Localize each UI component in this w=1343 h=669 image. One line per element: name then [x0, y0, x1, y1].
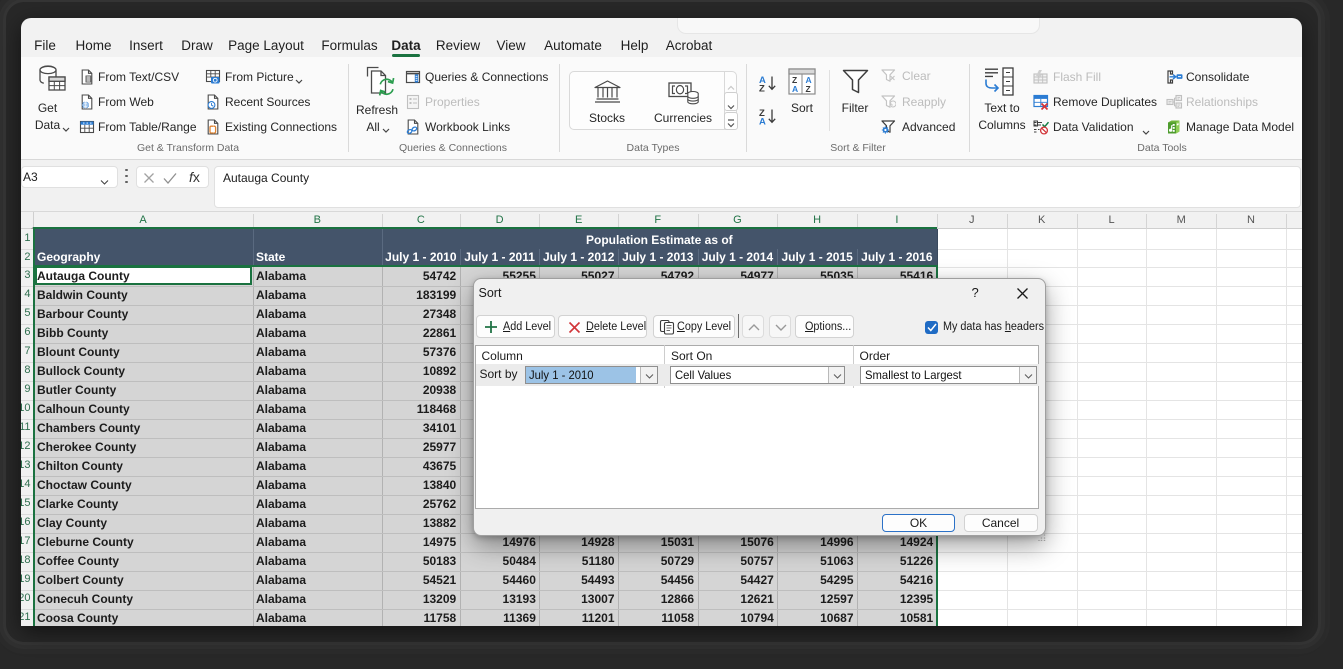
svg-text:Z: Z — [806, 84, 811, 94]
svg-text:Z: Z — [759, 84, 765, 93]
svg-text:A: A — [759, 117, 766, 126]
svg-text:A: A — [792, 84, 798, 94]
